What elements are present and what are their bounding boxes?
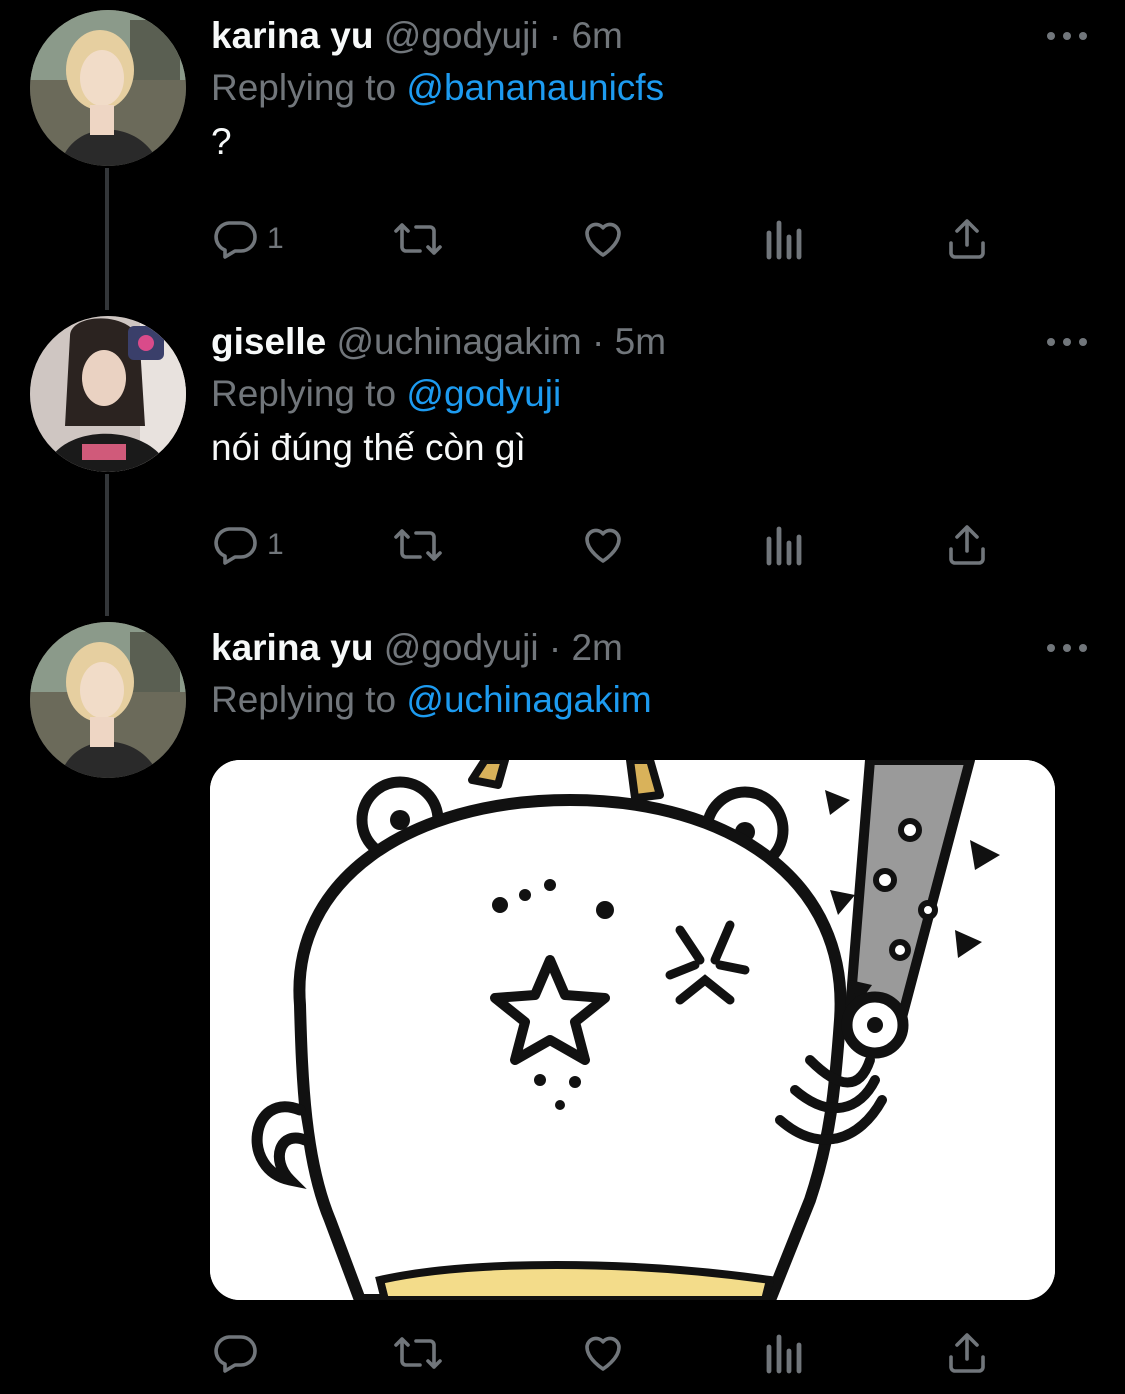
like-icon bbox=[585, 528, 621, 563]
more-icon[interactable] bbox=[1047, 332, 1087, 352]
replying-to-label: Replying to bbox=[211, 67, 397, 108]
retweet-button[interactable] bbox=[391, 214, 445, 264]
timestamp[interactable]: 6m bbox=[571, 15, 622, 56]
tweet-media-image[interactable] bbox=[210, 760, 1055, 1300]
retweet-button[interactable] bbox=[391, 1328, 445, 1378]
like-icon bbox=[585, 222, 621, 257]
reply-icon bbox=[214, 221, 257, 259]
bear-with-bat-illustration bbox=[210, 760, 1055, 1300]
display-name[interactable]: karina yu bbox=[211, 15, 373, 56]
tweet-actions: 1 bbox=[211, 214, 1011, 264]
user-handle[interactable]: @godyuji bbox=[384, 15, 539, 56]
reply-button[interactable]: 1 bbox=[211, 214, 284, 264]
reply-target-link[interactable]: @bananaunicfs bbox=[406, 67, 664, 108]
like-icon bbox=[585, 1336, 621, 1371]
tweet-actions bbox=[211, 1328, 1011, 1378]
more-icon[interactable] bbox=[1047, 638, 1087, 658]
user-handle[interactable]: @uchinagakim bbox=[336, 321, 581, 362]
avatar[interactable] bbox=[30, 316, 186, 472]
share-button[interactable] bbox=[943, 1328, 991, 1378]
reply-target-link[interactable]: @godyuji bbox=[406, 373, 561, 414]
replying-to: Replying to @bananaunicfs bbox=[211, 66, 664, 110]
timestamp[interactable]: 5m bbox=[615, 321, 666, 362]
tweet[interactable]: giselle @uchinagakim · 5m Replying to @g… bbox=[0, 306, 1125, 606]
reply-icon bbox=[214, 1335, 257, 1373]
share-button[interactable] bbox=[943, 214, 991, 264]
tweet[interactable]: karina yu @godyuji · 6m Replying to @ban… bbox=[0, 0, 1125, 300]
user-handle[interactable]: @godyuji bbox=[384, 627, 539, 668]
replying-to-label: Replying to bbox=[211, 373, 397, 414]
analytics-button[interactable] bbox=[763, 1328, 807, 1378]
replying-to-label: Replying to bbox=[211, 679, 397, 720]
retweet-icon bbox=[394, 1337, 442, 1369]
analytics-icon bbox=[766, 1334, 802, 1374]
timestamp[interactable]: 2m bbox=[571, 627, 622, 668]
reply-button[interactable] bbox=[211, 1328, 259, 1378]
separator: · bbox=[548, 627, 562, 668]
analytics-icon bbox=[766, 220, 802, 260]
share-icon bbox=[949, 1333, 985, 1373]
avatar[interactable] bbox=[30, 10, 186, 166]
analytics-button[interactable] bbox=[763, 214, 807, 264]
more-icon[interactable] bbox=[1047, 26, 1087, 46]
display-name[interactable]: giselle bbox=[211, 321, 326, 362]
avatar[interactable] bbox=[30, 622, 186, 778]
tweet-text: ? bbox=[211, 121, 232, 162]
like-button[interactable] bbox=[579, 1328, 627, 1378]
reply-icon bbox=[214, 527, 257, 565]
display-name[interactable]: karina yu bbox=[211, 627, 373, 668]
share-button[interactable] bbox=[943, 520, 991, 570]
separator: · bbox=[548, 15, 562, 56]
reply-count: 1 bbox=[267, 528, 284, 561]
reply-target-link[interactable]: @uchinagakim bbox=[406, 679, 651, 720]
analytics-button[interactable] bbox=[763, 520, 807, 570]
separator: · bbox=[592, 321, 605, 362]
retweet-icon bbox=[394, 529, 442, 561]
tweet-actions: 1 bbox=[211, 520, 1011, 570]
reply-count: 1 bbox=[267, 222, 284, 255]
tweet-header: giselle @uchinagakim · 5m bbox=[211, 320, 666, 364]
tweet-header: karina yu @godyuji · 2m bbox=[211, 626, 623, 670]
analytics-icon bbox=[766, 526, 802, 566]
replying-to: Replying to @uchinagakim bbox=[211, 678, 652, 722]
replying-to: Replying to @godyuji bbox=[211, 372, 561, 416]
like-button[interactable] bbox=[579, 520, 627, 570]
retweet-button[interactable] bbox=[391, 520, 445, 570]
tweet-text: nói đúng thế còn gì bbox=[211, 427, 526, 468]
tweet-header: karina yu @godyuji · 6m bbox=[211, 14, 623, 58]
share-icon bbox=[949, 219, 985, 259]
retweet-icon bbox=[394, 223, 442, 255]
share-icon bbox=[949, 525, 985, 565]
like-button[interactable] bbox=[579, 214, 627, 264]
reply-button[interactable]: 1 bbox=[211, 520, 284, 570]
